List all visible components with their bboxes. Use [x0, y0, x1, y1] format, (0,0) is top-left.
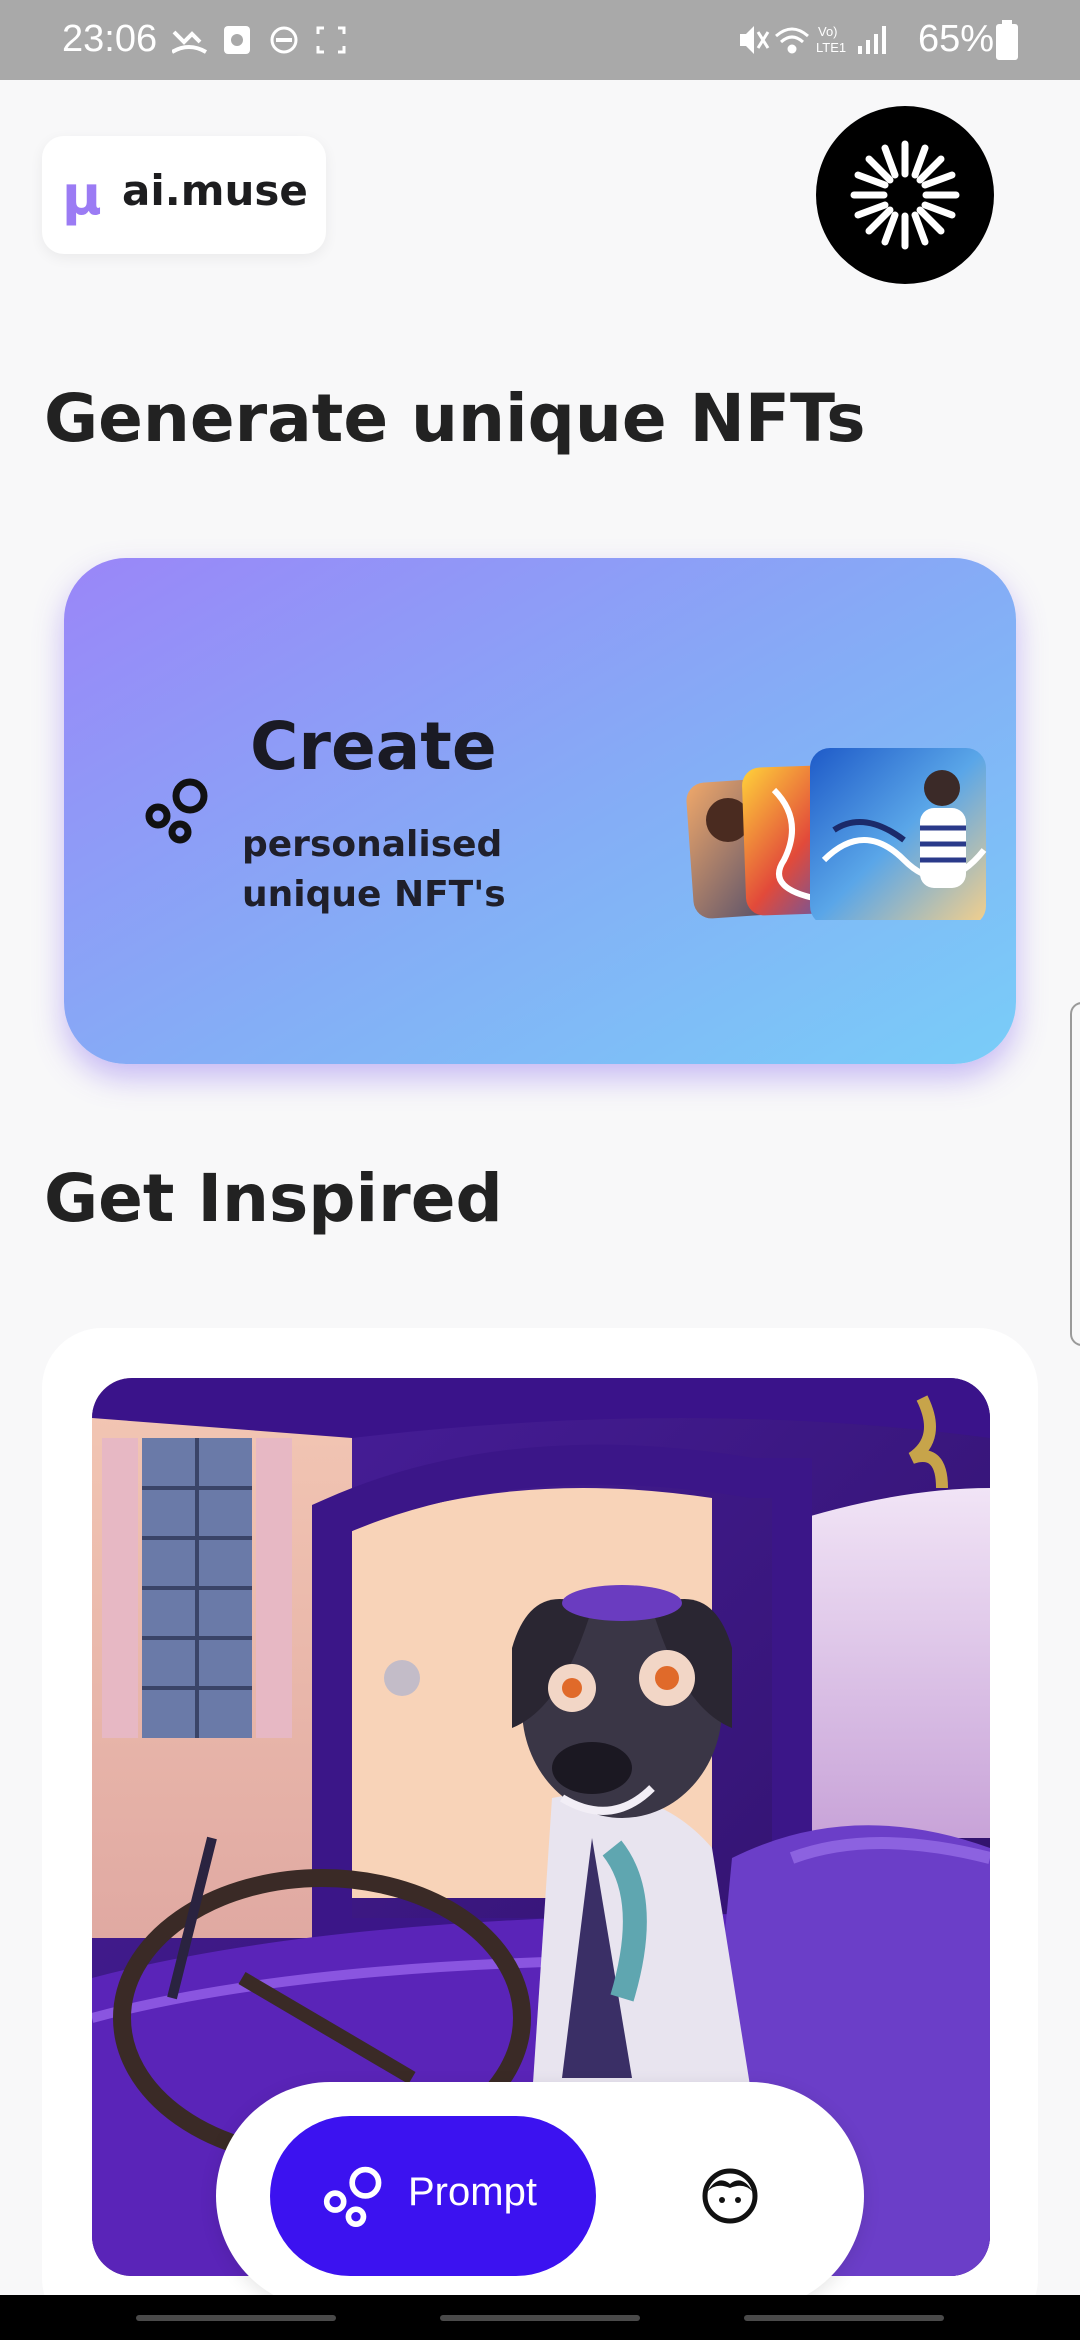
mode-toggle: Prompt [216, 2082, 864, 2295]
battery-percent: 65% [918, 18, 995, 60]
page-title: Generate unique NFTs [44, 380, 866, 457]
do-not-disturb-icon [270, 26, 298, 54]
nav-back-button[interactable] [744, 2315, 944, 2321]
status-time: 23:06 [62, 18, 158, 60]
status-bar: 23:06 Vo) LTE1 65% [0, 0, 1080, 80]
nav-home-button[interactable] [440, 2315, 640, 2321]
create-nft-card[interactable]: Create personalised unique NFT's [64, 558, 1016, 1064]
svg-text:Vo): Vo) [818, 24, 838, 39]
section-title-inspired: Get Inspired [44, 1160, 503, 1237]
signal-icon [858, 26, 886, 54]
create-card-title: Create [250, 708, 497, 785]
bubbles-icon [323, 2166, 382, 2228]
bubbles-icon [145, 778, 208, 844]
app-screen: μ ai.muse Generate unique NFTs Create pe… [0, 80, 1080, 2295]
status-right-icons: Vo) LTE1 [740, 24, 886, 55]
nav-recent-button[interactable] [136, 2315, 336, 2321]
mute-icon [740, 26, 770, 54]
svg-text:LTE1: LTE1 [816, 40, 846, 55]
system-nav-bar [0, 2295, 1080, 2340]
screenshot-icon [224, 26, 250, 54]
face-icon[interactable] [700, 2166, 760, 2226]
create-card-subtitle: personalised unique NFT's [242, 824, 506, 915]
missed-call-icon [172, 30, 208, 54]
wifi-icon [775, 27, 809, 54]
edge-panel-handle[interactable] [1070, 1002, 1080, 1346]
nft-stack-illustration [686, 748, 987, 920]
prompt-mode-button[interactable]: Prompt [270, 2116, 596, 2276]
battery-icon [996, 20, 1018, 60]
logo-mark: μ [62, 164, 102, 227]
app-logo[interactable]: μ ai.muse [42, 136, 326, 254]
prompt-mode-label: Prompt [408, 2170, 537, 2214]
radial-burst-avatar-icon [850, 140, 960, 250]
screen-capture-icon [316, 26, 346, 54]
logo-text: ai.muse [122, 166, 308, 215]
status-left-icons [172, 26, 346, 54]
profile-avatar-button[interactable] [816, 106, 994, 284]
volte-icon: Vo) LTE1 [816, 24, 846, 55]
